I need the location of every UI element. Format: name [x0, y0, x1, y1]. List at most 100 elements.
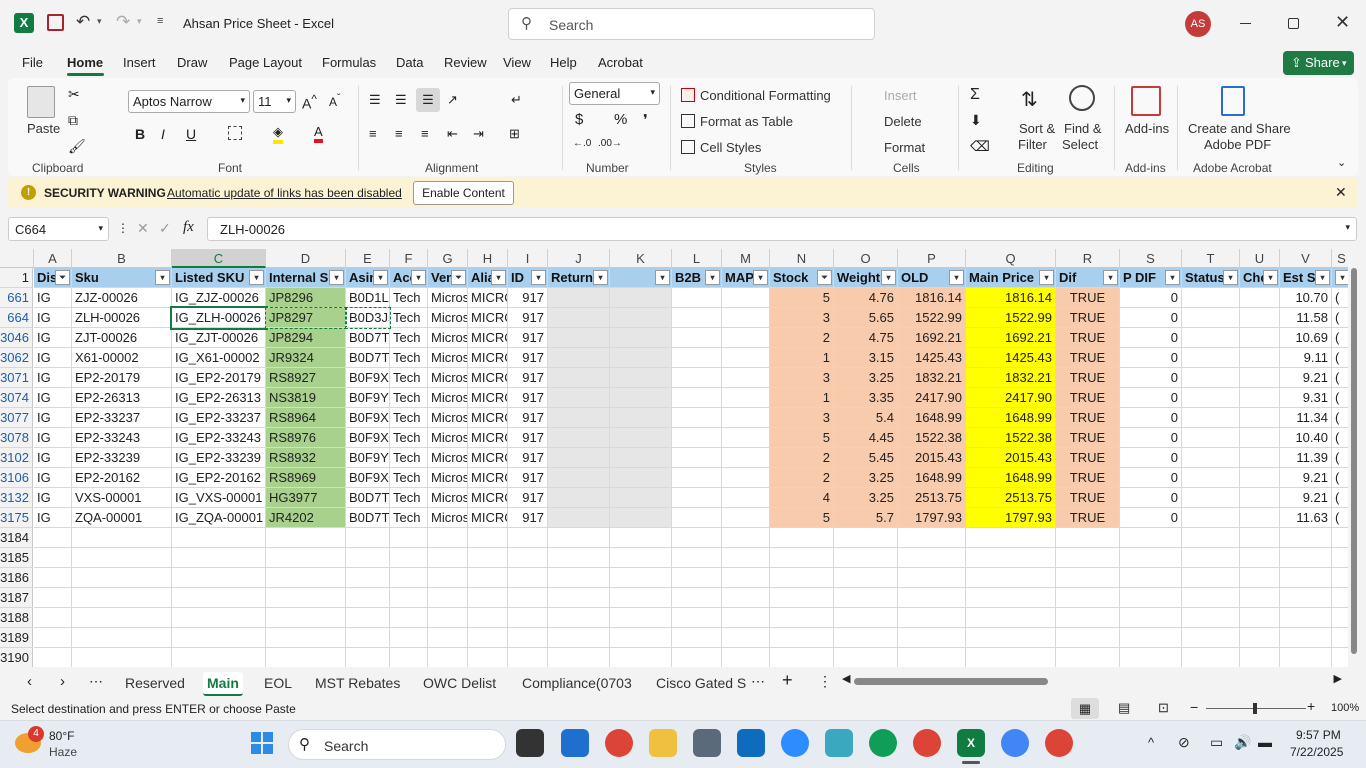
orientation-icon[interactable]: ↗ [447, 92, 458, 108]
align-center-icon[interactable]: ≡ [395, 126, 403, 141]
table-cell[interactable]: 1816.14 [898, 288, 966, 308]
table-cell[interactable]: JP8294 [266, 328, 346, 348]
table-cell[interactable] [1240, 348, 1280, 368]
empty-cell[interactable] [468, 568, 508, 588]
empty-cell[interactable] [548, 588, 610, 608]
column-header[interactable]: G [428, 249, 468, 268]
more-tabs-icon[interactable]: ⋯ [751, 673, 765, 690]
fill-icon[interactable]: ⬇ [970, 112, 982, 129]
tab-compliance[interactable]: Compliance(0703 [518, 672, 636, 696]
filter-dropdown-icon[interactable]: ▾ [1263, 270, 1278, 285]
minimize-icon[interactable] [1240, 23, 1251, 24]
table-cell[interactable] [1240, 508, 1280, 528]
empty-cell[interactable] [548, 568, 610, 588]
empty-cell[interactable] [722, 608, 770, 628]
empty-cell[interactable] [770, 588, 834, 608]
start-icon[interactable] [251, 732, 273, 754]
chrome-profile-icon[interactable] [869, 729, 897, 757]
empty-cell[interactable] [672, 628, 722, 648]
row-number[interactable]: 3189 [0, 628, 33, 648]
table-cell[interactable]: 3.25 [834, 368, 898, 388]
align-left-icon[interactable]: ≡ [369, 126, 377, 141]
menu-view[interactable]: View [503, 55, 531, 70]
column-header[interactable]: S [1120, 249, 1182, 268]
table-cell[interactable]: RS8927 [266, 368, 346, 388]
empty-cell[interactable] [508, 588, 548, 608]
delete-cells-button[interactable]: Delete [884, 114, 922, 129]
bold-icon[interactable]: B [135, 126, 145, 142]
table-cell[interactable]: 2417.90 [898, 388, 966, 408]
table-cell[interactable]: 11.63 [1280, 508, 1332, 528]
empty-cell[interactable] [428, 588, 468, 608]
filter-dropdown-icon[interactable]: ▾ [753, 270, 768, 285]
table-cell[interactable]: 0 [1120, 308, 1182, 328]
table-cell[interactable] [722, 488, 770, 508]
table-cell[interactable]: IG_EP2-33243 [172, 428, 266, 448]
table-cell[interactable]: 3.25 [834, 488, 898, 508]
column-header[interactable]: M [722, 249, 770, 268]
table-cell[interactable]: 5 [770, 288, 834, 308]
excel-taskbar-icon[interactable]: X [957, 729, 985, 757]
table-cell[interactable]: ( [1332, 508, 1348, 528]
table-cell[interactable] [1182, 448, 1240, 468]
volume-icon[interactable]: 🔊 [1234, 734, 1251, 751]
empty-cell[interactable] [898, 588, 966, 608]
table-cell[interactable] [1240, 428, 1280, 448]
table-cell[interactable]: EP2-33239 [72, 448, 172, 468]
table-cell[interactable]: EP2-20162 [72, 468, 172, 488]
table-cell[interactable] [672, 368, 722, 388]
row-number[interactable]: 3185 [0, 548, 33, 568]
table-cell[interactable]: 917 [508, 428, 548, 448]
filter-dropdown-icon[interactable]: ▾ [1335, 270, 1348, 285]
percent-icon[interactable]: % [614, 111, 627, 128]
table-cell[interactable]: 2513.75 [966, 488, 1056, 508]
table-cell[interactable]: 1797.93 [898, 508, 966, 528]
table-cell[interactable]: IG_ZJZ-00026 [172, 288, 266, 308]
table-cell[interactable]: EP2-26313 [72, 388, 172, 408]
table-cell[interactable]: 1816.14 [966, 288, 1056, 308]
table-cell[interactable]: 1648.99 [898, 468, 966, 488]
empty-cell[interactable] [722, 648, 770, 667]
table-cell[interactable] [610, 348, 672, 368]
row-number[interactable]: 3175 [0, 508, 33, 528]
table-cell[interactable]: 4 [770, 488, 834, 508]
empty-cell[interactable] [34, 588, 72, 608]
align-top-icon[interactable]: ☰ [369, 92, 381, 108]
empty-cell[interactable] [346, 528, 390, 548]
header-cell[interactable]: Status ▾ [1182, 268, 1240, 288]
table-cell[interactable]: RS8976 [266, 428, 346, 448]
format-painter-icon[interactable]: 🖌 [68, 138, 86, 155]
empty-cell[interactable] [428, 528, 468, 548]
header-cell[interactable]: Internal S ▾ [266, 268, 346, 288]
empty-cell[interactable] [722, 548, 770, 568]
table-cell[interactable] [548, 508, 610, 528]
table-cell[interactable]: IG [34, 288, 72, 308]
table-cell[interactable]: 1425.43 [966, 348, 1056, 368]
empty-cell[interactable] [1280, 628, 1332, 648]
empty-cell[interactable] [428, 628, 468, 648]
column-header[interactable]: H [468, 249, 508, 268]
table-cell[interactable]: TRUE [1056, 408, 1120, 428]
page-break-view-icon[interactable]: ⊡ [1158, 700, 1169, 716]
format-as-table-button[interactable]: Format as Table [700, 114, 793, 129]
table-cell[interactable]: NS3819 [266, 388, 346, 408]
column-header[interactable]: D [266, 249, 346, 268]
table-cell[interactable] [610, 368, 672, 388]
column-header[interactable]: K [610, 249, 672, 268]
column-header[interactable]: O [834, 249, 898, 268]
table-cell[interactable]: 917 [508, 448, 548, 468]
empty-cell[interactable] [346, 568, 390, 588]
empty-cell[interactable] [266, 568, 346, 588]
empty-cell[interactable] [1280, 568, 1332, 588]
table-cell[interactable] [548, 448, 610, 468]
empty-cell[interactable] [548, 628, 610, 648]
table-cell[interactable]: ( [1332, 448, 1348, 468]
empty-cell[interactable] [834, 588, 898, 608]
decrease-decimal-icon[interactable]: .00→ [598, 138, 622, 149]
filter-dropdown-icon[interactable]: ▾ [531, 270, 546, 285]
table-cell[interactable]: Tech [390, 328, 428, 348]
table-cell[interactable]: 1692.21 [966, 328, 1056, 348]
menu-home[interactable]: Home [67, 55, 103, 70]
row-number[interactable]: 3190 [0, 648, 33, 667]
table-cell[interactable]: 9.21 [1280, 368, 1332, 388]
